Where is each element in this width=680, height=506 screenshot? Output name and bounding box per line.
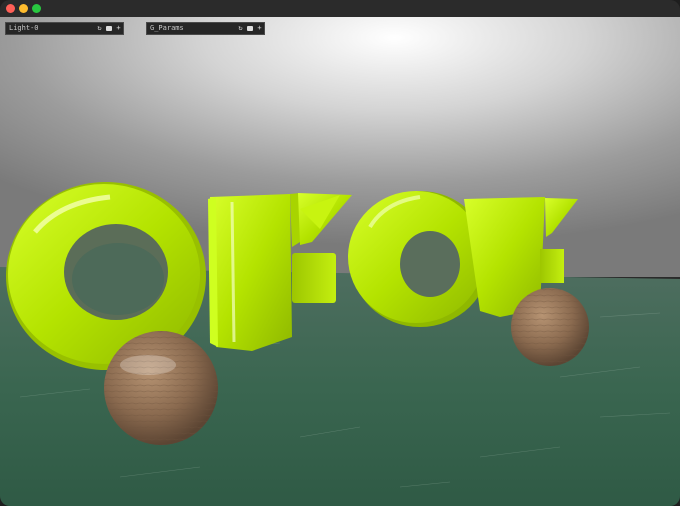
add-icon[interactable]: + bbox=[255, 24, 264, 33]
minimize-button[interactable] bbox=[19, 4, 28, 13]
add-icon[interactable]: + bbox=[114, 24, 123, 33]
maximize-button[interactable] bbox=[32, 4, 41, 13]
params-panel[interactable]: G_Params ↻ + bbox=[146, 22, 265, 35]
wood-sphere-front bbox=[104, 331, 218, 445]
light-panel[interactable]: Light-0 ↻ + bbox=[5, 22, 124, 35]
reset-icon[interactable]: ↻ bbox=[95, 24, 104, 33]
reset-icon[interactable]: ↻ bbox=[236, 24, 245, 33]
save-icon[interactable] bbox=[106, 26, 112, 31]
app-window: Light-0 ↻ + G_Params ↻ + bbox=[0, 0, 680, 506]
3d-viewport[interactable] bbox=[0, 17, 680, 506]
close-button[interactable] bbox=[6, 4, 15, 13]
panel-title: Light-0 bbox=[9, 24, 39, 32]
save-icon[interactable] bbox=[247, 26, 253, 31]
panel-title: G_Params bbox=[150, 24, 184, 32]
wood-sphere-back bbox=[511, 288, 589, 366]
title-bar bbox=[0, 0, 680, 18]
